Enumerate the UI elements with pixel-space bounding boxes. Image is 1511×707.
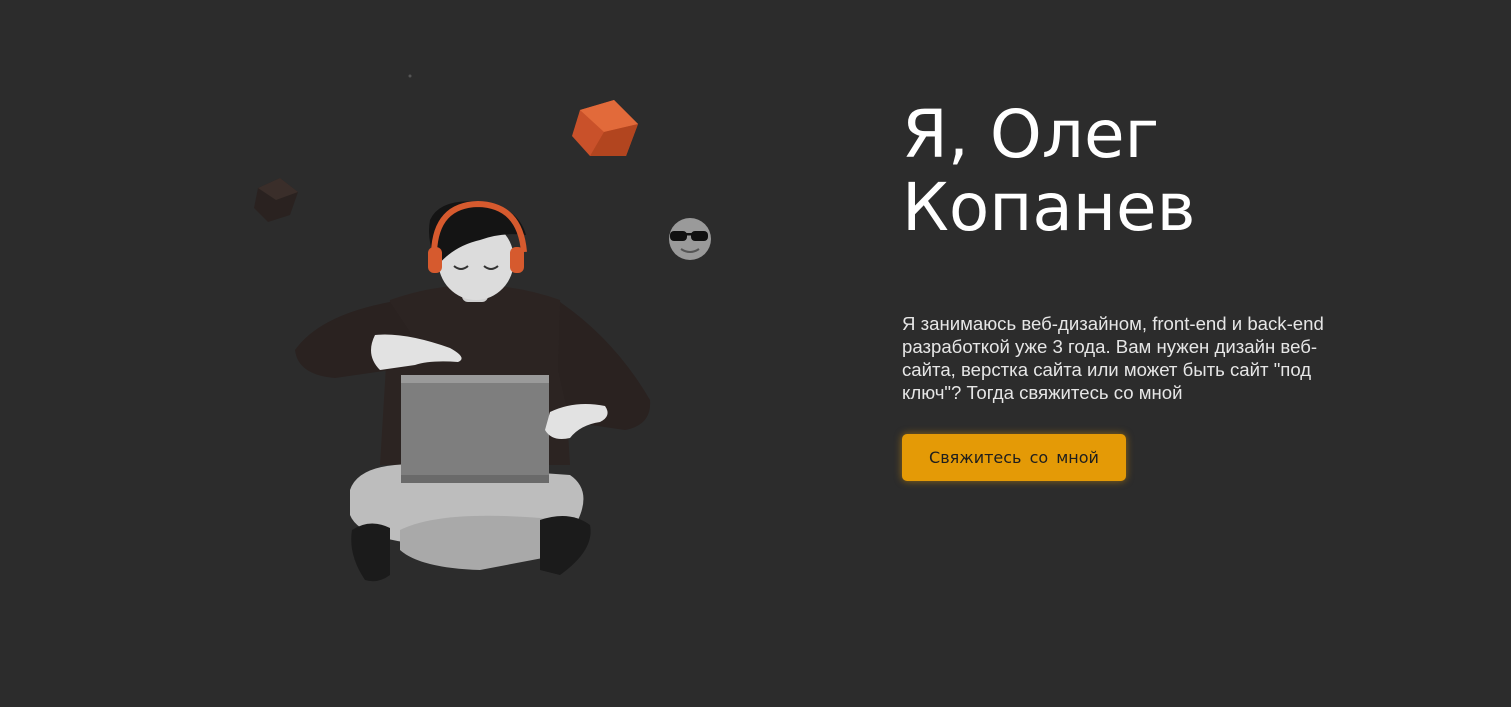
contact-button[interactable]: Свяжитесь со мной bbox=[902, 434, 1126, 481]
hero-section: Я, Олег Копанев Я занимаюсь веб-дизайном… bbox=[0, 0, 1511, 707]
particle-dot bbox=[408, 74, 412, 78]
title-line-name: Я, Олег bbox=[902, 96, 1160, 173]
page-title: Я, Олег Копанев bbox=[902, 98, 1372, 244]
dark-cube-icon bbox=[254, 178, 298, 222]
character-illustration bbox=[254, 74, 711, 582]
orange-cube-icon bbox=[572, 100, 638, 156]
hero-illustration bbox=[240, 70, 740, 610]
sunglasses-emoji-icon bbox=[669, 218, 711, 260]
hero-description: Я занимаюсь веб-дизайном, front-end и ba… bbox=[902, 313, 1324, 403]
hero-content: Я, Олег Копанев Я занимаюсь веб-дизайном… bbox=[902, 98, 1372, 481]
title-line-surname: Копанев bbox=[902, 169, 1196, 246]
character-figure bbox=[295, 200, 651, 582]
